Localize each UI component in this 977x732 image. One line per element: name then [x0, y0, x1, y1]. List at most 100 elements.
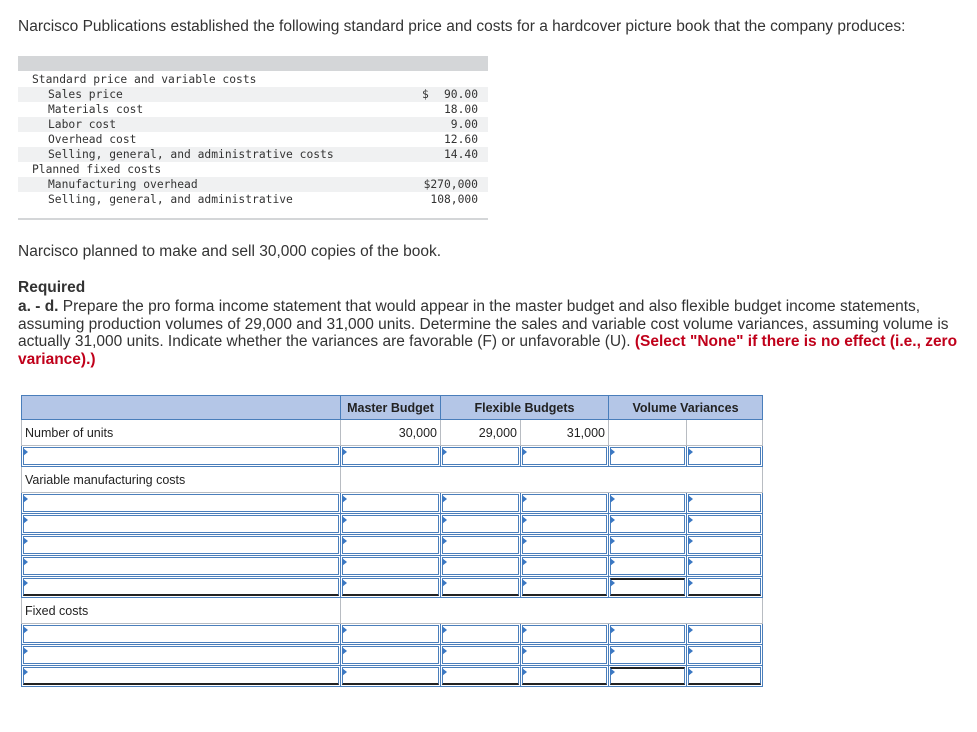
- flex-29000-input[interactable]: [442, 557, 519, 575]
- units-flex-29000: 29,000: [440, 419, 521, 446]
- standard-row: Planned fixed costs: [18, 162, 488, 177]
- variance-fu-select[interactable]: [688, 557, 761, 575]
- dropdown-arrow-icon: [688, 495, 693, 503]
- flex-31000-input[interactable]: [522, 494, 607, 512]
- header-blank: [21, 395, 341, 420]
- variance-amount-input[interactable]: [610, 536, 685, 554]
- flex-29000-input[interactable]: [442, 578, 519, 596]
- flex-31000-input[interactable]: [522, 625, 607, 643]
- line-item-select[interactable]: [23, 646, 339, 664]
- line-item-select[interactable]: [23, 494, 339, 512]
- master-budget-input[interactable]: [342, 494, 439, 512]
- dropdown-arrow-icon: [522, 448, 527, 456]
- variance-fu-select[interactable]: [688, 578, 761, 596]
- standard-row-value: 9.00: [450, 118, 478, 131]
- flex-31000-input-cell: [520, 555, 609, 577]
- input-row: [21, 644, 763, 666]
- units-label: Number of units: [21, 419, 341, 446]
- variance-amount-input-cell: [608, 445, 687, 467]
- variance-amount-input[interactable]: [610, 494, 685, 512]
- variance-amount-input[interactable]: [610, 667, 685, 685]
- dropdown-arrow-icon: [688, 516, 693, 524]
- header-flexible-budgets: Flexible Budgets: [440, 395, 609, 420]
- line-item-select[interactable]: [23, 447, 339, 465]
- header-master-budget: Master Budget: [340, 395, 441, 420]
- dropdown-arrow-icon: [342, 448, 347, 456]
- dropdown-arrow-icon: [610, 647, 615, 655]
- dropdown-arrow-icon: [688, 668, 693, 676]
- flex-31000-input[interactable]: [522, 557, 607, 575]
- variance-fu-select[interactable]: [688, 536, 761, 554]
- line-item-select[interactable]: [23, 557, 339, 575]
- flex-31000-input-cell: [520, 576, 609, 598]
- dropdown-arrow-icon: [442, 516, 447, 524]
- master-budget-input[interactable]: [342, 515, 439, 533]
- master-budget-input[interactable]: [342, 578, 439, 596]
- variance-amount-input[interactable]: [610, 646, 685, 664]
- variance-amount-input[interactable]: [610, 447, 685, 465]
- line-item-select[interactable]: [23, 625, 339, 643]
- flex-29000-input[interactable]: [442, 494, 519, 512]
- variance-amount-input[interactable]: [610, 557, 685, 575]
- flex-31000-input[interactable]: [522, 447, 607, 465]
- units-row: Number of units 30,000 29,000 31,000: [21, 419, 763, 446]
- flex-31000-input[interactable]: [522, 578, 607, 596]
- flex-29000-input[interactable]: [442, 536, 519, 554]
- master-budget-input[interactable]: [342, 557, 439, 575]
- flex-31000-input-cell: [520, 665, 609, 687]
- dropdown-arrow-icon: [522, 495, 527, 503]
- variance-fu-select[interactable]: [688, 447, 761, 465]
- dropdown-arrow-icon: [688, 537, 693, 545]
- fixed-costs-label: Fixed costs: [21, 597, 341, 624]
- variance-fu-select[interactable]: [688, 515, 761, 533]
- variance-fu-select[interactable]: [688, 494, 761, 512]
- flex-29000-input[interactable]: [442, 447, 519, 465]
- standard-row-label: Planned fixed costs: [32, 163, 162, 176]
- variance-amount-input[interactable]: [610, 625, 685, 643]
- variance-fu-select[interactable]: [688, 625, 761, 643]
- flex-29000-input-cell: [440, 623, 521, 645]
- standard-row-value: 90.00: [443, 88, 478, 101]
- dropdown-arrow-icon: [342, 626, 347, 634]
- line-item-select[interactable]: [23, 667, 339, 685]
- variance-amount-input[interactable]: [610, 578, 685, 596]
- flex-31000-input[interactable]: [522, 646, 607, 664]
- dropdown-arrow-icon: [688, 647, 693, 655]
- standard-row-label: Manufacturing overhead: [48, 178, 198, 191]
- variance-amount-input[interactable]: [610, 515, 685, 533]
- input-row: [21, 555, 763, 577]
- variance-amount-input-cell: [608, 644, 687, 666]
- standard-row: Labor cost 9.00: [18, 117, 488, 132]
- master-budget-input[interactable]: [342, 667, 439, 685]
- variance-fu-select-cell: [686, 445, 763, 467]
- master-budget-input[interactable]: [342, 646, 439, 664]
- line-item-select[interactable]: [23, 536, 339, 554]
- line-item-select[interactable]: [23, 578, 339, 596]
- master-budget-input[interactable]: [342, 536, 439, 554]
- variance-fu-select[interactable]: [688, 667, 761, 685]
- master-budget-input[interactable]: [342, 447, 439, 465]
- dropdown-arrow-icon: [522, 558, 527, 566]
- master-budget-input-cell: [340, 665, 441, 687]
- variance-amount-input-cell: [608, 492, 687, 514]
- line-item-select[interactable]: [23, 515, 339, 533]
- master-budget-input-cell: [340, 513, 441, 535]
- flex-31000-input[interactable]: [522, 667, 607, 685]
- flex-29000-input[interactable]: [442, 646, 519, 664]
- master-budget-input[interactable]: [342, 625, 439, 643]
- dropdown-arrow-icon: [342, 495, 347, 503]
- flex-29000-input[interactable]: [442, 625, 519, 643]
- dropdown-arrow-icon: [23, 668, 28, 676]
- flex-29000-input[interactable]: [442, 667, 519, 685]
- dropdown-arrow-icon: [23, 558, 28, 566]
- total-input-row: [21, 665, 763, 687]
- flex-31000-input[interactable]: [522, 515, 607, 533]
- flex-31000-input[interactable]: [522, 536, 607, 554]
- dropdown-arrow-icon: [442, 448, 447, 456]
- standard-row: Manufacturing overhead $270,000: [18, 177, 488, 192]
- variance-fu-select-cell: [686, 513, 763, 535]
- variance-fu-select[interactable]: [688, 646, 761, 664]
- flex-29000-input[interactable]: [442, 515, 519, 533]
- standard-row: Materials cost 18.00: [18, 102, 488, 117]
- intro-text: Narcisco Publications established the fo…: [18, 18, 906, 35]
